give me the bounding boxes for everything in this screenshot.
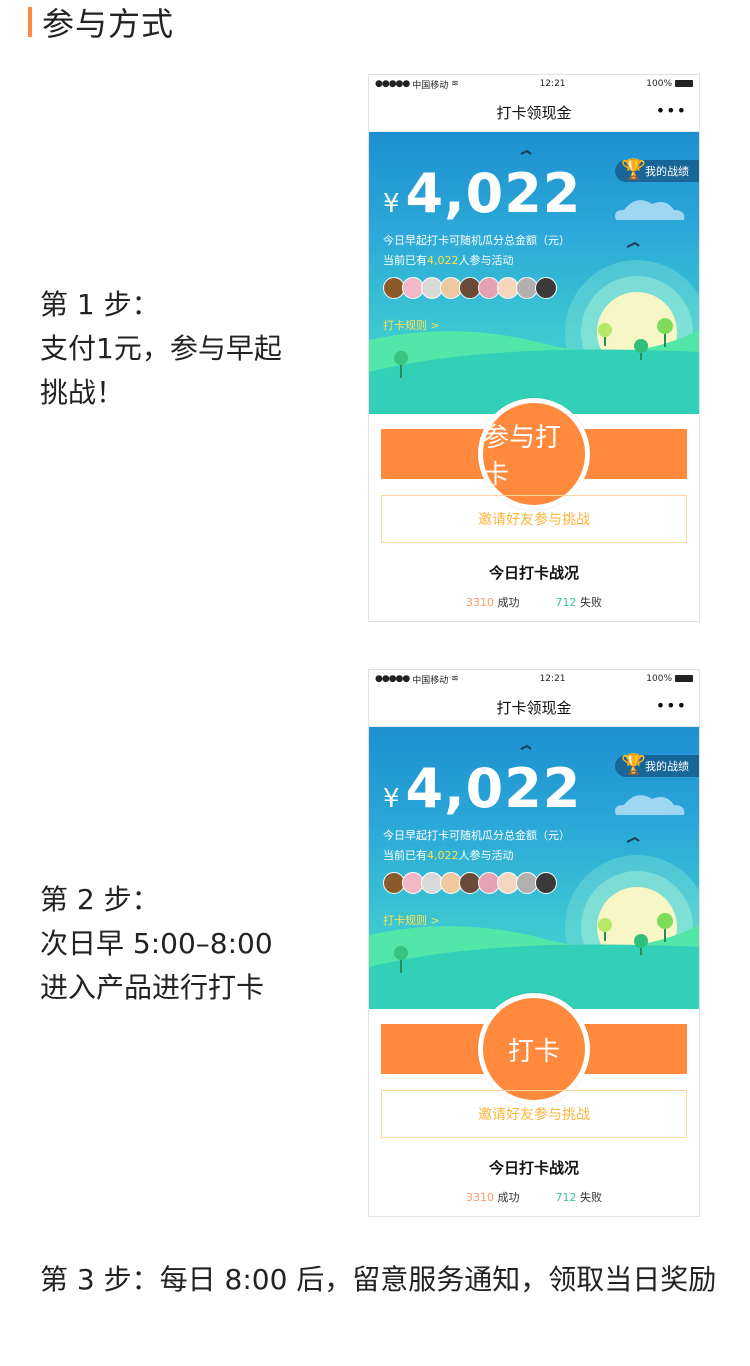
success-count: 3310: [466, 596, 494, 609]
status-time: 12:21: [539, 79, 566, 89]
accent-bar: [28, 7, 32, 37]
status-bar: ●●●●● 中国移动 ≋ 12:21 100%: [369, 670, 699, 688]
participants-count: 4,022: [427, 849, 459, 862]
battery-label: 100%: [646, 79, 672, 89]
success-label: 成功: [497, 1191, 520, 1204]
signal-icon: ●●●●●: [375, 79, 410, 89]
step-1-line: 支付1元，参与早起: [40, 332, 282, 365]
today-status-title: 今日打卡战况: [488, 1159, 579, 1177]
my-record-button[interactable]: 🏆 我的战绩: [615, 157, 699, 182]
success-label: 成功: [497, 596, 520, 609]
section-header: 参与方式: [28, 2, 175, 43]
hero-banner: 🏆 我的战绩 ¥ 4,022 今日早起打卡可随机瓜分总金额（元） 当前已有4,0…: [369, 727, 699, 1009]
prize-amount: ¥ 4,022: [383, 757, 581, 820]
status-bar: ●●●●● 中国移动 ≋ 12:21 100%: [369, 75, 699, 93]
amount-value: 4,022: [405, 162, 582, 225]
step-1-line: 挑战！: [40, 376, 125, 409]
success-stat: 3310 成功: [466, 594, 520, 610]
my-record-label: 我的战绩: [645, 760, 689, 773]
fail-label: 失败: [580, 596, 602, 609]
fail-stat: 712 失败: [556, 1189, 603, 1205]
rules-link[interactable]: 打卡规则 >: [383, 317, 440, 333]
step-1-heading: 第 1 步：: [40, 288, 160, 321]
avatar: [535, 872, 557, 894]
participants-count: 4,022: [427, 254, 459, 267]
join-checkin-button[interactable]: 参与打卡: [478, 398, 590, 510]
step-2-heading: 第 2 步：: [40, 883, 160, 916]
step-3-text: 第 3 步：每日 8:00 后，留意服务通知，领取当日奖励: [40, 1263, 717, 1296]
carrier-label: 中国移动: [412, 80, 449, 91]
section-title: 参与方式: [42, 5, 175, 43]
battery-label: 100%: [646, 674, 672, 684]
checkin-button[interactable]: 打卡: [478, 993, 590, 1105]
signal-icon: ●●●●●: [375, 674, 410, 684]
prize-description: 今日早起打卡可随机瓜分总金额（元）: [383, 829, 570, 842]
trophy-icon: 🏆: [621, 752, 646, 776]
participant-avatars: [383, 872, 557, 894]
participants-prefix: 当前已有: [383, 254, 427, 267]
avatar: [535, 277, 557, 299]
invite-friends-button[interactable]: 邀请好友参与挑战: [381, 495, 687, 543]
carrier-label: 中国移动: [412, 675, 449, 686]
today-stats: 3310 成功 712 失败: [369, 594, 699, 610]
battery-icon: [675, 675, 693, 682]
prize-amount: ¥ 4,022: [383, 162, 581, 225]
participants-suffix: 人参与活动: [458, 254, 514, 267]
today-stats: 3310 成功 712 失败: [369, 1189, 699, 1205]
hero-banner: 🏆 我的战绩 ¥ 4,022 今日早起打卡可随机瓜分总金额（元） 当前已有4,0…: [369, 132, 699, 414]
participants-prefix: 当前已有: [383, 849, 427, 862]
success-stat: 3310 成功: [466, 1189, 520, 1205]
nav-bar: 打卡领现金 •••: [369, 688, 699, 727]
step-1-text: 第 1 步： 支付1元，参与早起 挑战！: [40, 283, 330, 415]
my-record-button[interactable]: 🏆 我的战绩: [615, 752, 699, 777]
nav-title: 打卡领现金: [496, 698, 572, 717]
participants-line: 当前已有4,022人参与活动: [383, 847, 514, 863]
fail-count: 712: [555, 596, 577, 609]
rules-link[interactable]: 打卡规则 >: [383, 912, 440, 928]
nav-bar: 打卡领现金 •••: [369, 93, 699, 132]
phone-mockup-2: ●●●●● 中国移动 ≋ 12:21 100% 打卡领现金 ••• 🏆 我的战绩…: [368, 669, 700, 1217]
wifi-icon: ≋: [451, 79, 459, 89]
fail-label: 失败: [580, 1191, 602, 1204]
status-time: 12:21: [539, 674, 566, 684]
battery-icon: [675, 80, 693, 87]
phone-mockup-1: ●●●●● 中国移动 ≋ 12:21 100% 打卡领现金 ••• 🏆 我的战绩…: [368, 74, 700, 622]
participants-line: 当前已有4,022人参与活动: [383, 252, 514, 268]
step-2-line: 进入产品进行打卡: [40, 971, 265, 1004]
currency-symbol: ¥: [383, 784, 400, 814]
success-count: 3310: [466, 1191, 494, 1204]
participants-suffix: 人参与活动: [458, 849, 514, 862]
nav-title: 打卡领现金: [496, 103, 572, 122]
today-status-title: 今日打卡战况: [488, 564, 579, 582]
wifi-icon: ≋: [451, 674, 459, 684]
currency-symbol: ¥: [383, 189, 400, 219]
fail-stat: 712 失败: [556, 594, 603, 610]
my-record-label: 我的战绩: [645, 165, 689, 178]
more-menu-icon[interactable]: •••: [656, 101, 687, 120]
amount-value: 4,022: [405, 757, 582, 820]
invite-friends-button[interactable]: 邀请好友参与挑战: [381, 1090, 687, 1138]
more-menu-icon[interactable]: •••: [656, 696, 687, 715]
fail-count: 712: [555, 1191, 577, 1204]
prize-description: 今日早起打卡可随机瓜分总金额（元）: [383, 234, 570, 247]
trophy-icon: 🏆: [621, 157, 646, 181]
step-2-text: 第 2 步： 次日早 5:00–8:00 进入产品进行打卡: [40, 878, 330, 1010]
step-2-line: 次日早 5:00–8:00: [40, 927, 273, 960]
participant-avatars: [383, 277, 557, 299]
